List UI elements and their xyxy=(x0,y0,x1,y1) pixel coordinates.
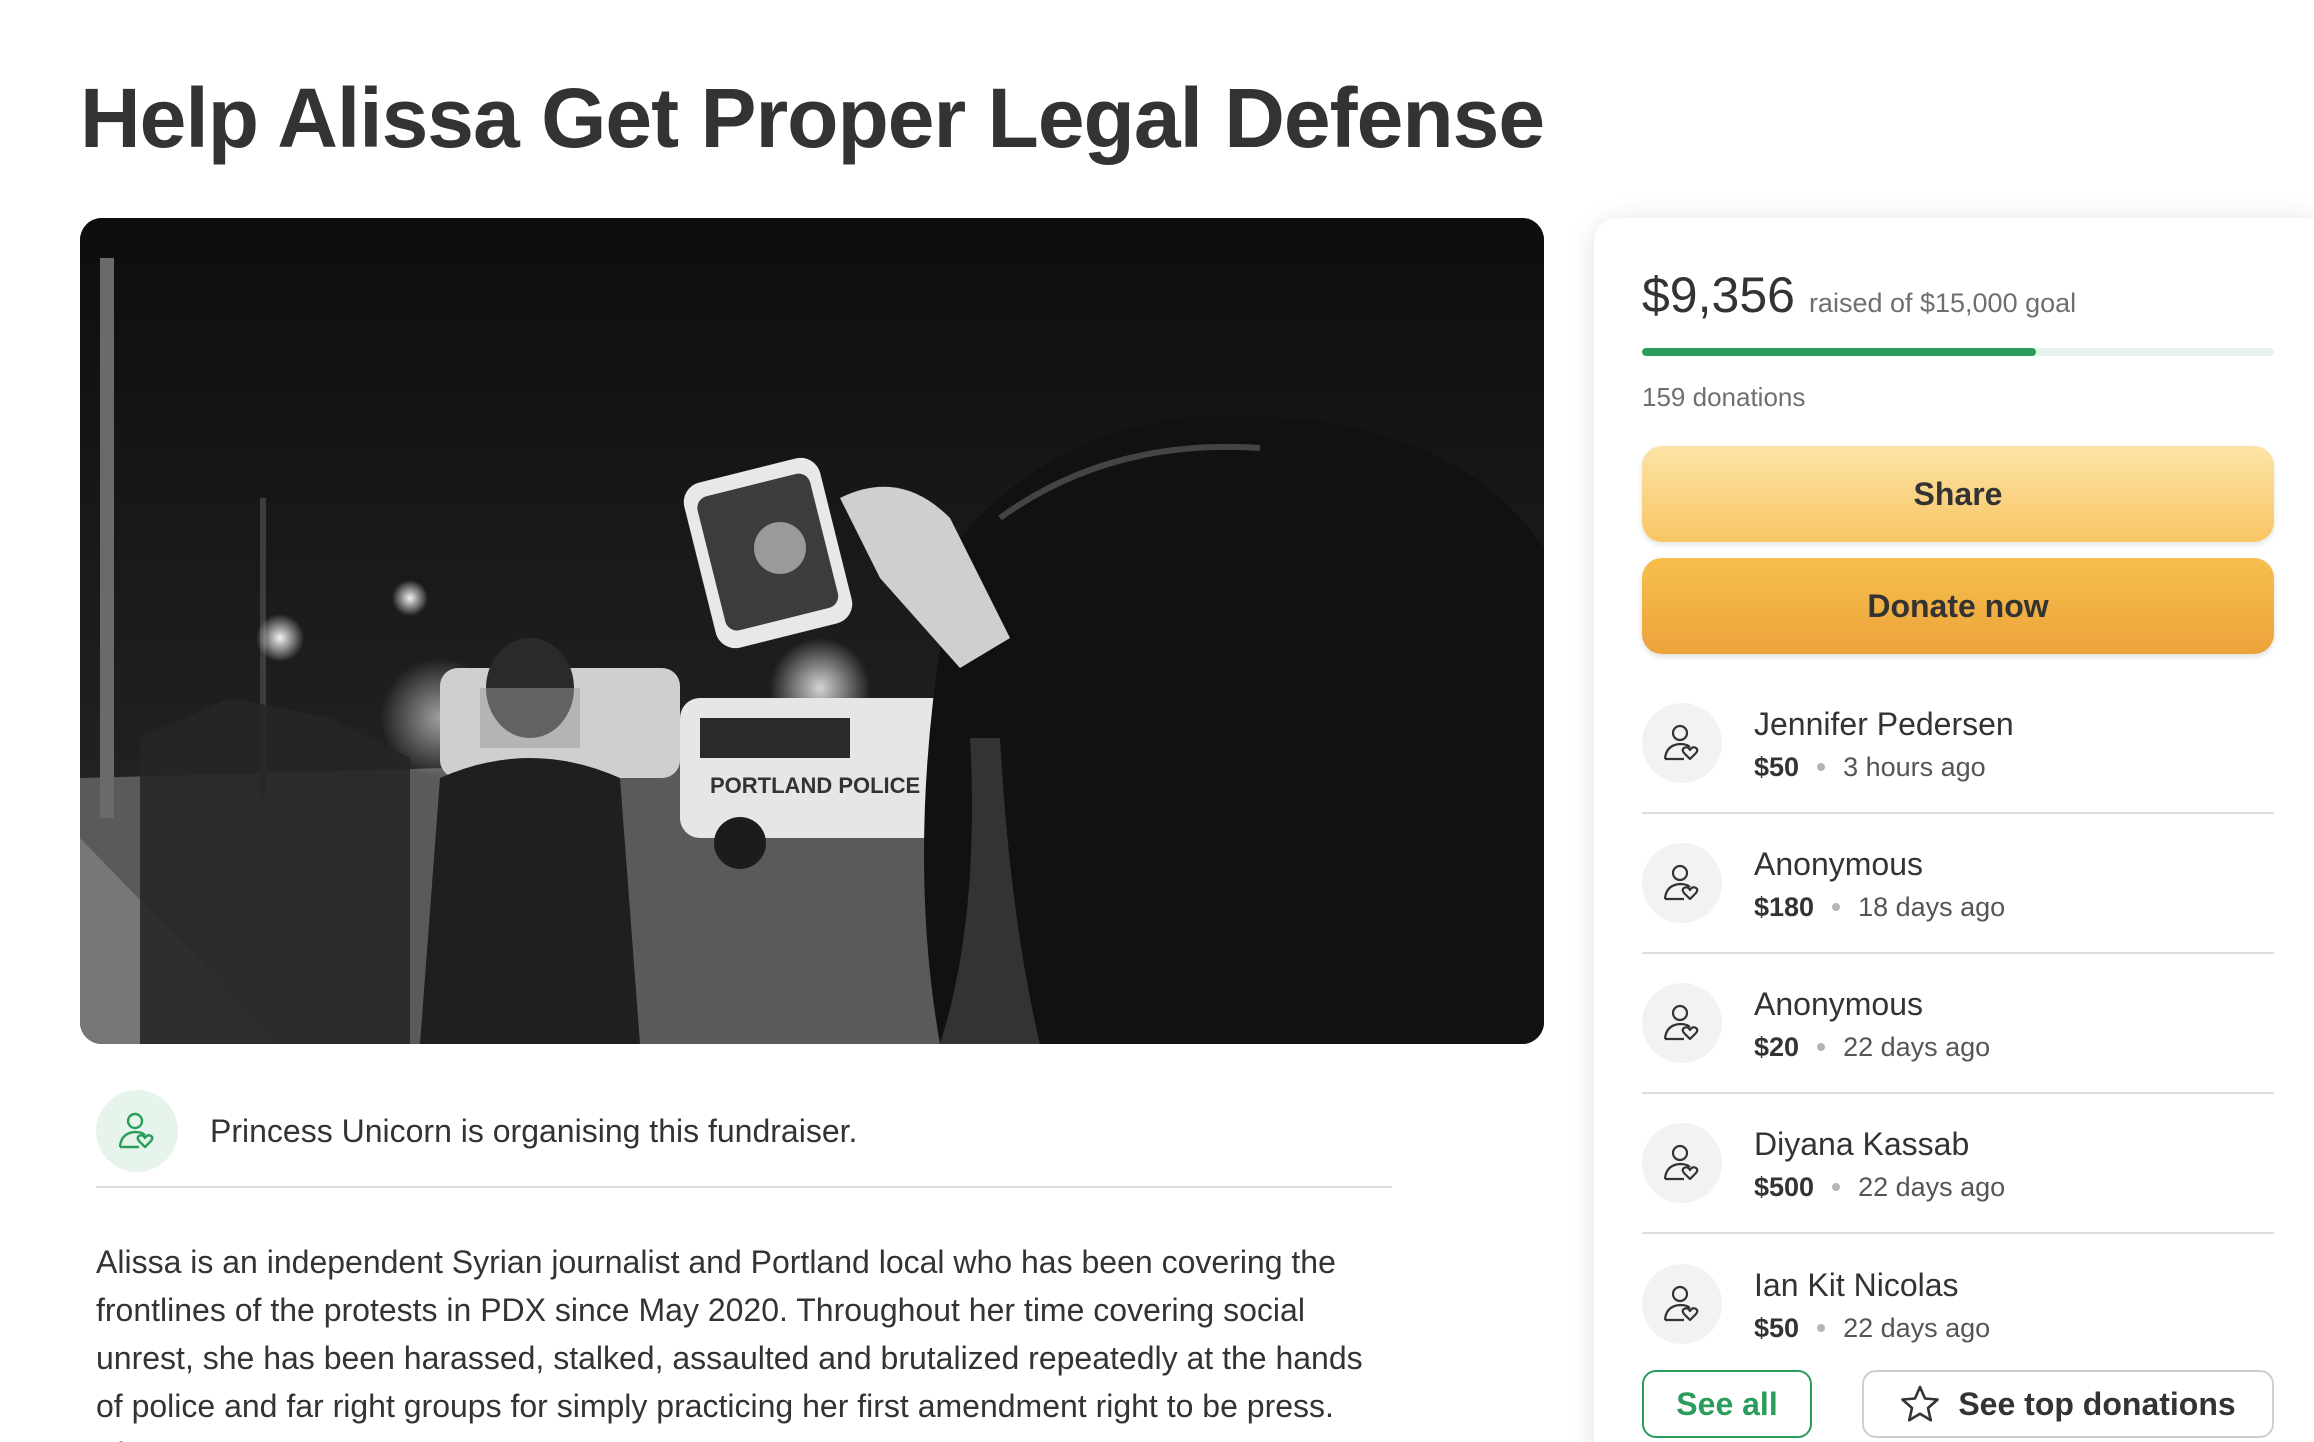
donor-avatar xyxy=(1642,1264,1722,1344)
donation-card: $9,356 raised of $15,000 goal 159 donati… xyxy=(1594,218,2314,1442)
donation-amount: $180 xyxy=(1754,891,1815,922)
donor-name: Anonymous xyxy=(1754,985,1923,1022)
person-heart-icon xyxy=(118,1112,154,1149)
raised-summary: $9,356 raised of $15,000 goal xyxy=(1642,266,2076,324)
donate-now-button[interactable]: Donate now xyxy=(1642,558,2274,654)
separator-dot xyxy=(1817,1043,1826,1051)
see-top-donations-label: See top donations xyxy=(1958,1385,2236,1422)
organiser-avatar xyxy=(96,1090,178,1172)
campaign-title: Help Alissa Get Proper Legal Defense xyxy=(80,71,1545,165)
donation-time: 18 days ago xyxy=(1858,891,2006,922)
donor-name: Diyana Kassab xyxy=(1754,1125,1970,1162)
person-heart-icon xyxy=(1663,724,1699,761)
separator-dot xyxy=(1832,1183,1841,1191)
donation-time: 22 days ago xyxy=(1843,1031,1991,1062)
progress-fill xyxy=(1642,348,2037,356)
separator-dot xyxy=(1817,1324,1826,1332)
organiser-row: Princess Unicorn is organising this fund… xyxy=(96,1076,1392,1188)
star-icon xyxy=(1901,1385,1940,1422)
progress-bar xyxy=(1642,348,2274,356)
donation-item: Diyana Kassab $500 22 days ago xyxy=(1642,1094,2274,1234)
raised-amount: $9,356 xyxy=(1642,267,1795,323)
donor-avatar xyxy=(1642,843,1722,923)
donation-amount: $500 xyxy=(1754,1171,1815,1202)
donation-item: Anonymous $180 18 days ago xyxy=(1642,814,2274,954)
donation-count: 159 donations xyxy=(1642,382,1806,412)
donor-avatar xyxy=(1642,703,1722,783)
person-heart-icon xyxy=(1663,1144,1699,1181)
donation-list: Jennifer Pedersen $50 3 hours ago Anonym… xyxy=(1642,674,2274,1374)
donation-amount: $50 xyxy=(1754,751,1800,782)
person-heart-icon xyxy=(1663,1285,1699,1322)
donation-amount: $50 xyxy=(1754,1312,1800,1343)
police-car-label: PORTLAND POLICE xyxy=(710,773,920,798)
goal-text: raised of $15,000 goal xyxy=(1808,288,2077,318)
organiser-text: Princess Unicorn is organising this fund… xyxy=(210,1112,858,1149)
donor-name: Anonymous xyxy=(1754,845,1923,882)
person-heart-icon xyxy=(1663,864,1699,901)
donation-item: Anonymous $20 22 days ago xyxy=(1642,954,2274,1094)
donation-item: Ian Kit Nicolas $50 22 days ago xyxy=(1642,1234,2274,1374)
campaign-story: Alissa is an independent Syrian journali… xyxy=(96,1244,1363,1442)
donation-item: Jennifer Pedersen $50 3 hours ago xyxy=(1642,674,2274,814)
donor-avatar xyxy=(1642,983,1722,1063)
donation-time: 22 days ago xyxy=(1858,1171,2006,1202)
see-all-button[interactable]: See all xyxy=(1642,1370,1812,1438)
separator-dot xyxy=(1817,763,1826,771)
campaign-photo: PORTLAND POLICE xyxy=(80,218,1544,1044)
donation-amount: $20 xyxy=(1754,1031,1800,1062)
donation-time: 22 days ago xyxy=(1843,1312,1991,1343)
donor-name: Jennifer Pedersen xyxy=(1754,705,2014,742)
separator-dot xyxy=(1832,903,1841,911)
donor-avatar xyxy=(1642,1123,1722,1203)
page: Help Alissa Get Proper Legal Defense POR… xyxy=(0,0,2314,1442)
person-heart-icon xyxy=(1663,1004,1699,1041)
donor-name: Ian Kit Nicolas xyxy=(1754,1266,1959,1303)
see-top-donations-button[interactable]: See top donations xyxy=(1862,1370,2274,1438)
photo-illustration: PORTLAND POLICE xyxy=(80,218,1544,1044)
donation-time: 3 hours ago xyxy=(1843,751,1986,782)
share-button[interactable]: Share xyxy=(1642,446,2274,542)
